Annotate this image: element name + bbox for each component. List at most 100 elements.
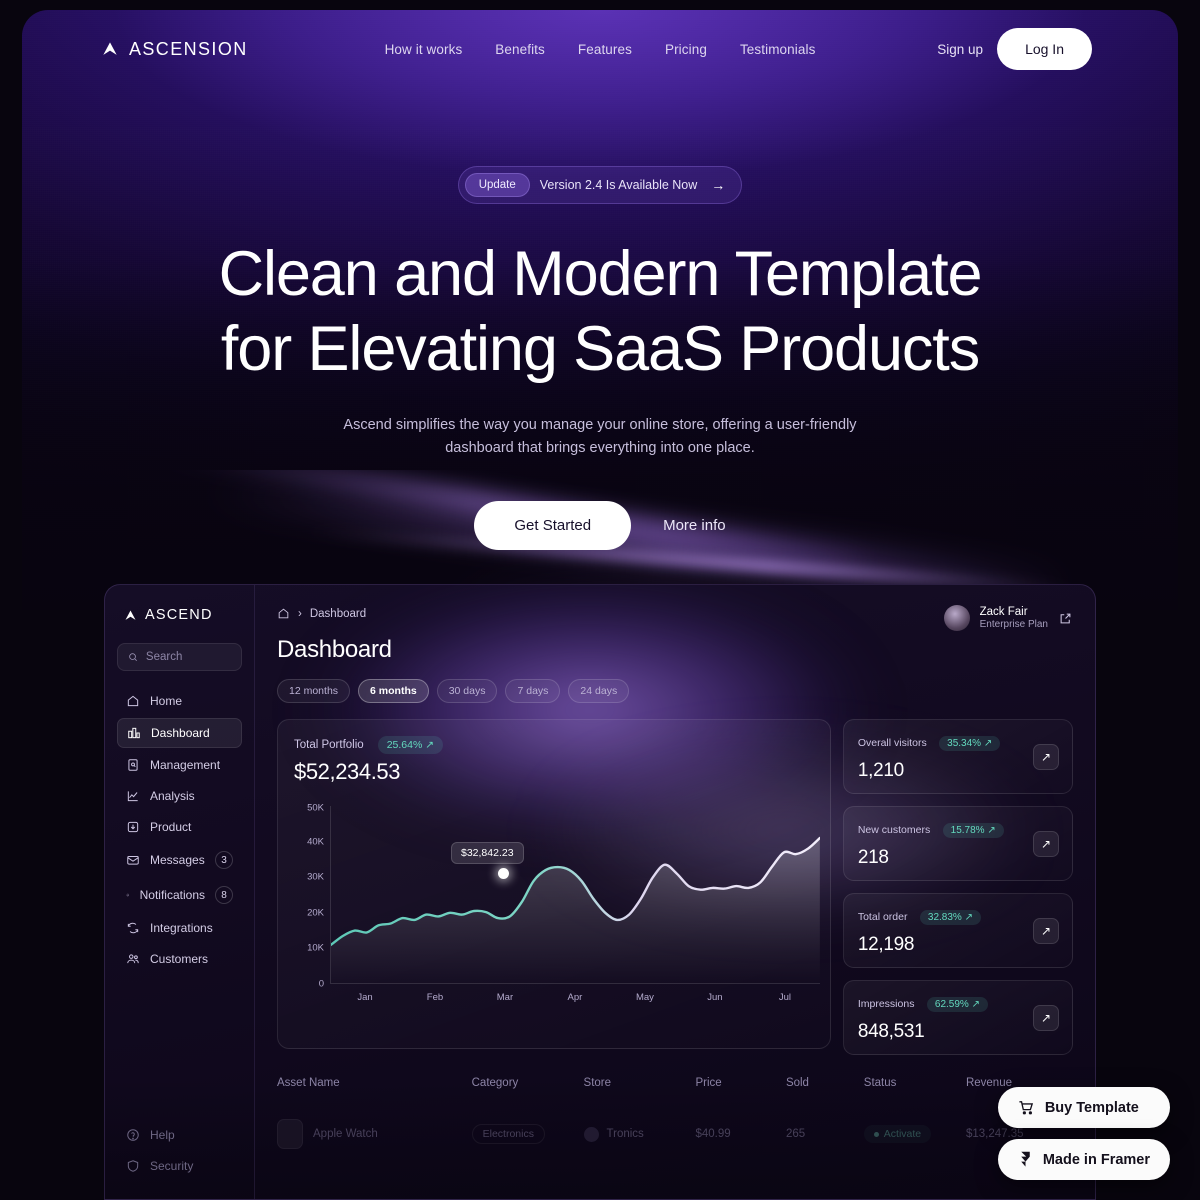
bar-chart-icon — [128, 727, 140, 739]
nav-link-features[interactable]: Features — [578, 42, 632, 57]
sidebar-item-customers[interactable]: Customers — [117, 945, 242, 973]
profile-name: Zack Fair — [979, 606, 1028, 618]
user-profile[interactable]: Zack Fair Enterprise Plan — [943, 605, 1073, 631]
nav-links: How it works Benefits Features Pricing T… — [385, 42, 816, 57]
open-arrow-icon[interactable]: ↗ — [1033, 830, 1059, 857]
sidebar-label: Help — [150, 1128, 175, 1142]
question-circle-icon — [127, 1129, 139, 1141]
search-input[interactable] — [145, 651, 231, 663]
dashboard-preview: ASCEND Home Dashboard Management — [104, 584, 1096, 1200]
table-row[interactable]: Apple Watch Electronics Tronics $40.99 2… — [277, 1119, 1073, 1149]
arrow-right-icon: → — [711, 177, 726, 193]
sidebar-label: Home — [150, 694, 183, 708]
mail-icon — [127, 856, 139, 865]
portfolio-header: Total Portfolio 25.64% ↗ — [294, 736, 814, 754]
stat-value: 218 — [857, 847, 889, 868]
update-banner[interactable]: Update Version 2.4 Is Available Now → — [457, 166, 743, 204]
dashboard-panels: Total Portfolio 25.64% ↗ $52,234.53 0 10… — [277, 719, 1073, 1055]
cell-sold: 265 — [785, 1128, 806, 1140]
y-tick: 40K — [307, 836, 324, 848]
external-link-icon[interactable] — [1058, 611, 1073, 626]
chart-line-svg — [329, 836, 822, 984]
ascend-mark-icon — [125, 610, 136, 620]
chip-12-months[interactable]: 12 months — [277, 679, 351, 703]
chart-x-axis: Jan Feb Mar Apr May Jun Jul — [330, 992, 820, 1003]
open-arrow-icon[interactable]: ↗ — [1033, 743, 1059, 770]
sidebar-item-dashboard[interactable]: Dashboard — [117, 718, 242, 748]
buy-template-button[interactable]: Buy Template — [997, 1087, 1170, 1128]
login-button[interactable]: Log In — [997, 28, 1092, 70]
more-info-button[interactable]: More info — [663, 517, 726, 534]
asset-thumbnail — [277, 1119, 303, 1149]
portfolio-label: Total Portfolio — [294, 739, 364, 751]
sidebar-item-product[interactable]: Product — [117, 813, 242, 841]
dashboard-content: › Dashboard Zack Fair Enterprise Plan Da… — [255, 585, 1095, 1199]
sidebar-label: Integrations — [150, 921, 213, 935]
time-range-filters: 12 months 6 months 30 days 7 days 24 day… — [277, 679, 1073, 703]
hero-title-line2: for Elevating SaaS Products — [220, 313, 980, 384]
notifications-badge: 8 — [215, 886, 233, 904]
sidebar-item-home[interactable]: Home — [117, 687, 242, 715]
sidebar-label: Customers — [150, 952, 209, 966]
page-title: Clean and Modern Template for Elevating … — [0, 237, 1200, 387]
brand-name: ASCENSION — [129, 38, 248, 59]
landing-page: ASCENSION How it works Benefits Features… — [0, 0, 1200, 1200]
nav-link-pricing[interactable]: Pricing — [665, 42, 707, 57]
chart-y-axis: 0 10K 20K 30K 40K 50K — [292, 803, 324, 990]
portfolio-chart: 0 10K 20K 30K 40K 50K $32,842.23 Jan Feb… — [292, 803, 822, 1012]
portfolio-delta: 25.64% ↗ — [377, 736, 444, 754]
x-tick: Jun — [707, 992, 723, 1003]
chip-30-days[interactable]: 30 days — [436, 679, 498, 703]
portfolio-chart-card: Total Portfolio 25.64% ↗ $52,234.53 0 10… — [277, 719, 831, 1049]
cart-icon — [1019, 1101, 1033, 1115]
sidebar-item-security[interactable]: Security — [117, 1152, 242, 1180]
x-tick: Mar — [496, 992, 514, 1003]
sidebar-item-help[interactable]: Help — [117, 1121, 242, 1149]
sidebar-label: Product — [150, 820, 192, 834]
home-icon[interactable] — [277, 607, 290, 620]
brand-logo[interactable]: ASCENSION — [100, 39, 248, 60]
col-store: Store — [583, 1077, 612, 1089]
x-tick: Feb — [426, 992, 444, 1003]
portfolio-value: $52,234.53 — [294, 759, 401, 784]
stat-card-new-customers: New customers 15.78% ↗ 218 ↗ — [842, 806, 1073, 881]
floating-buttons: Buy Template Made in Framer — [997, 1087, 1170, 1180]
stat-card-impressions: Impressions 62.59% ↗ 848,531 ↗ — [842, 980, 1073, 1055]
chip-6-months[interactable]: 6 months — [358, 679, 429, 703]
cell-status: Activate — [883, 1128, 922, 1140]
chip-24-days[interactable]: 24 days — [568, 679, 630, 703]
buy-template-label: Buy Template — [1044, 1099, 1139, 1116]
hero-subtitle: Ascend simplifies the way you manage you… — [0, 414, 1200, 461]
signup-link[interactable]: Sign up — [937, 42, 983, 57]
sidebar-item-integrations[interactable]: Integrations — [117, 914, 242, 942]
profile-plan: Enterprise Plan — [979, 619, 1048, 630]
sidebar-item-messages[interactable]: Messages 3 — [117, 844, 242, 876]
hero-title-line1: Clean and Modern Template — [218, 239, 983, 309]
stat-value: 1,210 — [857, 760, 904, 781]
open-arrow-icon[interactable]: ↗ — [1033, 917, 1059, 944]
made-in-framer-button[interactable]: Made in Framer — [997, 1139, 1170, 1180]
chevron-right-icon: › — [298, 607, 302, 620]
hero-sub-line2: dashboard that brings everything into on… — [445, 440, 755, 457]
sidebar-item-analysis[interactable]: Analysis — [117, 782, 242, 810]
sidebar-item-notifications[interactable]: Notifications 8 — [117, 879, 242, 911]
chip-7-days[interactable]: 7 days — [505, 679, 561, 703]
sidebar-search[interactable] — [117, 643, 242, 671]
y-tick: 30K — [307, 871, 324, 883]
x-tick: Jul — [778, 992, 791, 1003]
ascend-brand[interactable]: ASCEND — [117, 607, 242, 623]
store-logo-icon — [583, 1126, 599, 1142]
nav-link-testimonials[interactable]: Testimonials — [740, 42, 815, 57]
col-price: Price — [695, 1077, 722, 1089]
sidebar-label: Analysis — [150, 789, 195, 803]
open-arrow-icon[interactable]: ↗ — [1033, 1004, 1059, 1031]
nav-link-benefits[interactable]: Benefits — [495, 42, 545, 57]
stat-delta: 15.78% ↗ — [942, 823, 1004, 838]
sidebar-item-management[interactable]: Management — [117, 751, 242, 779]
x-tick: Apr — [567, 992, 583, 1003]
get-started-button[interactable]: Get Started — [474, 500, 632, 550]
nav-link-how-it-works[interactable]: How it works — [385, 42, 463, 57]
users-icon — [127, 954, 139, 964]
home-icon — [127, 695, 139, 707]
assets-table: Asset Name Category Store Price Sold Sta… — [277, 1077, 1073, 1149]
